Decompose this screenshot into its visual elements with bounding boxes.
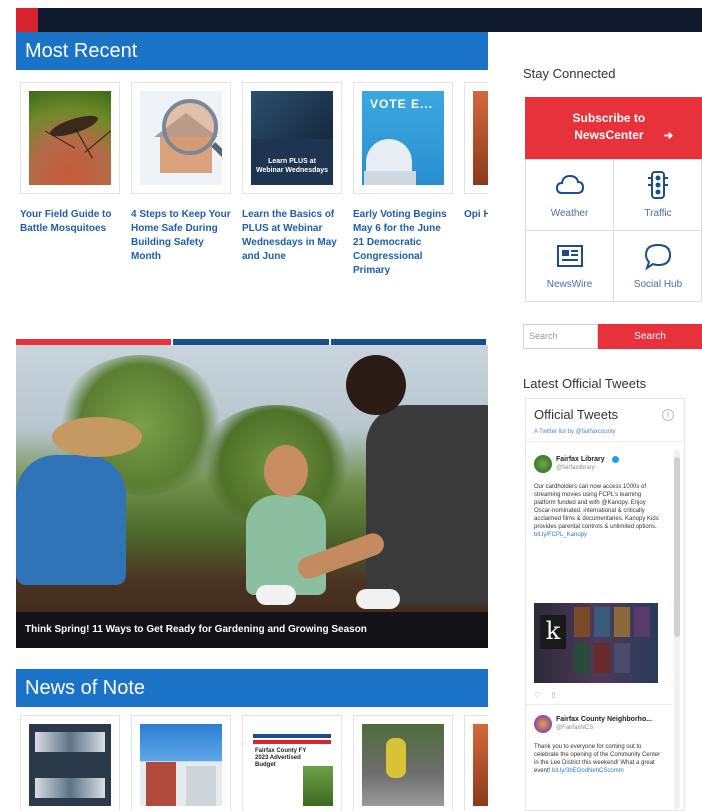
search-button[interactable]: Search bbox=[598, 324, 702, 349]
note-card-image bbox=[362, 724, 444, 806]
recent-card-thumb[interactable] bbox=[131, 82, 231, 194]
subscribe-label: Subscribe to NewsCenter bbox=[572, 111, 646, 142]
divider bbox=[526, 704, 672, 705]
recent-card-title[interactable]: Learn the Basics of PLUS at Webinar Wedn… bbox=[242, 208, 342, 264]
tweet-author-name[interactable]: Fairfax County Neighborho... bbox=[556, 716, 652, 723]
hero-caption[interactable]: Think Spring! 11 Ways to Get Ready for G… bbox=[16, 612, 488, 648]
tweet-body: Our cardholders can now access 1000s of … bbox=[534, 483, 664, 539]
subscribe-button[interactable]: Subscribe to NewsCenter ➔ bbox=[525, 97, 702, 159]
weather-label: Weather bbox=[550, 208, 589, 219]
tweet-text: Our cardholders can now access 1000s of … bbox=[534, 484, 659, 530]
note-card-budget[interactable]: Fairfax County FY 2023 Advertised Budget bbox=[242, 715, 342, 811]
tweet-media[interactable]: k bbox=[534, 603, 658, 683]
cloud-icon bbox=[555, 174, 584, 194]
info-icon[interactable]: i bbox=[662, 409, 674, 421]
verified-icon bbox=[612, 456, 619, 463]
news-of-note-heading: News of Note bbox=[16, 669, 488, 707]
search-input[interactable]: Search bbox=[523, 324, 598, 349]
latest-tweets-heading: Latest Official Tweets bbox=[523, 376, 647, 391]
newswire-label: NewsWire bbox=[546, 279, 593, 290]
avatar[interactable] bbox=[534, 715, 552, 733]
budget-image: Fairfax County FY 2023 Advertised Budget bbox=[251, 724, 333, 806]
weather-link[interactable]: Weather bbox=[526, 160, 614, 231]
top-bar-accent bbox=[16, 8, 38, 32]
avatar[interactable] bbox=[534, 455, 552, 473]
traffic-label: Traffic bbox=[644, 208, 672, 219]
recent-card-partial[interactable]: Opi Hou and Ove bbox=[464, 82, 488, 222]
note-card-image bbox=[140, 724, 222, 806]
traffic-light-icon bbox=[648, 171, 668, 199]
partial-card-image bbox=[473, 91, 488, 185]
social-hub-link[interactable]: Social Hub bbox=[614, 231, 702, 302]
speech-bubble-icon bbox=[644, 243, 672, 271]
newspaper-icon bbox=[556, 245, 583, 267]
recent-card-mosquitoes[interactable]: Your Field Guide to Battle Mosquitoes bbox=[20, 82, 120, 236]
tweet-link[interactable]: bit.ly/FCPL_Kanopy bbox=[534, 532, 587, 538]
tweet-actions: ♡ ⇧ bbox=[534, 691, 557, 700]
arrow-right-icon: ➔ bbox=[663, 130, 674, 142]
house-magnifier-image bbox=[140, 91, 222, 185]
connect-grid: Weather Traffic NewsWire Social Hub bbox=[525, 159, 702, 302]
top-bar bbox=[0, 0, 702, 33]
hero-feature[interactable]: Think Spring! 11 Ways to Get Ready for G… bbox=[16, 345, 488, 648]
recent-card-thumb[interactable] bbox=[20, 82, 120, 194]
webinar-image: Learn PLUS at Webinar Wednesdays bbox=[251, 91, 333, 185]
mosquito-image bbox=[29, 91, 111, 185]
note-card-thumb[interactable]: Fairfax County FY 2023 Advertised Budget bbox=[242, 715, 342, 811]
most-recent-heading: Most Recent bbox=[16, 32, 488, 70]
recent-card-title[interactable]: Your Field Guide to Battle Mosquitoes bbox=[20, 208, 120, 236]
note-card-thumb[interactable] bbox=[131, 715, 231, 811]
vote-image-caption: VOTE E... bbox=[370, 97, 434, 111]
note-card-thumb[interactable] bbox=[20, 715, 120, 811]
tweets-widget: Official Tweets i A Twitter list by @fai… bbox=[525, 398, 685, 811]
tweet-author-handle[interactable]: @FairfaxNCS bbox=[556, 725, 593, 731]
most-recent-carousel: Your Field Guide to Battle Mosquitoes 4 … bbox=[20, 82, 488, 322]
recent-card-thumb[interactable] bbox=[464, 82, 488, 194]
recent-card-plus-webinar[interactable]: Learn PLUS at Webinar Wednesdays Learn t… bbox=[242, 82, 342, 264]
tweet-link[interactable]: bit.ly/3bEGodNehCScomm bbox=[552, 768, 624, 774]
tweet-body: Thank you to everyone for coming out to … bbox=[534, 743, 664, 775]
tweet-author-name[interactable]: Fairfax Library bbox=[556, 456, 605, 463]
note-card-image bbox=[473, 724, 488, 806]
recent-card-title[interactable]: Opi Hou and Ove bbox=[464, 208, 488, 222]
tweet-author-handle[interactable]: @fairfaxlibrary bbox=[556, 465, 595, 471]
tweets-scrollbar-thumb[interactable] bbox=[674, 457, 680, 637]
capitol-vote-image: VOTE E... bbox=[362, 91, 444, 185]
note-card[interactable] bbox=[353, 715, 453, 811]
top-bar-navy bbox=[38, 8, 702, 32]
share-icon[interactable]: ⇧ bbox=[550, 691, 557, 700]
tweets-widget-title: Official Tweets bbox=[534, 407, 619, 422]
webinar-image-caption: Learn PLUS at Webinar Wednesdays bbox=[255, 158, 329, 174]
recent-card-title[interactable]: 4 Steps to Keep Your Home Safe During Bu… bbox=[131, 208, 231, 264]
recent-card-thumb[interactable]: Learn PLUS at Webinar Wednesdays bbox=[242, 82, 342, 194]
note-card-image bbox=[29, 724, 111, 806]
note-card-thumb[interactable] bbox=[353, 715, 453, 811]
gardening-photo bbox=[16, 345, 488, 648]
note-card-thumb[interactable] bbox=[464, 715, 488, 811]
note-card[interactable] bbox=[20, 715, 120, 811]
recent-card-early-voting[interactable]: VOTE E... Early Voting Begins May 6 for … bbox=[353, 82, 453, 278]
recent-card-thumb[interactable]: VOTE E... bbox=[353, 82, 453, 194]
traffic-link[interactable]: Traffic bbox=[614, 160, 702, 231]
recent-card-home-safety[interactable]: 4 Steps to Keep Your Home Safe During Bu… bbox=[131, 82, 231, 264]
note-card[interactable] bbox=[464, 715, 488, 811]
divider bbox=[526, 441, 684, 442]
newswire-link[interactable]: NewsWire bbox=[526, 231, 614, 302]
stay-connected-heading: Stay Connected bbox=[523, 66, 616, 81]
social-hub-label: Social Hub bbox=[633, 279, 683, 290]
recent-card-title[interactable]: Early Voting Begins May 6 for the June 2… bbox=[353, 208, 453, 278]
note-card[interactable] bbox=[131, 715, 231, 811]
kanopy-logo: k bbox=[540, 615, 566, 649]
news-of-note-carousel: Fairfax County FY 2023 Advertised Budget bbox=[20, 715, 488, 811]
tweets-widget-subtitle[interactable]: A Twitter list by @fairfaxcounty bbox=[534, 429, 616, 435]
heart-icon[interactable]: ♡ bbox=[534, 691, 541, 700]
